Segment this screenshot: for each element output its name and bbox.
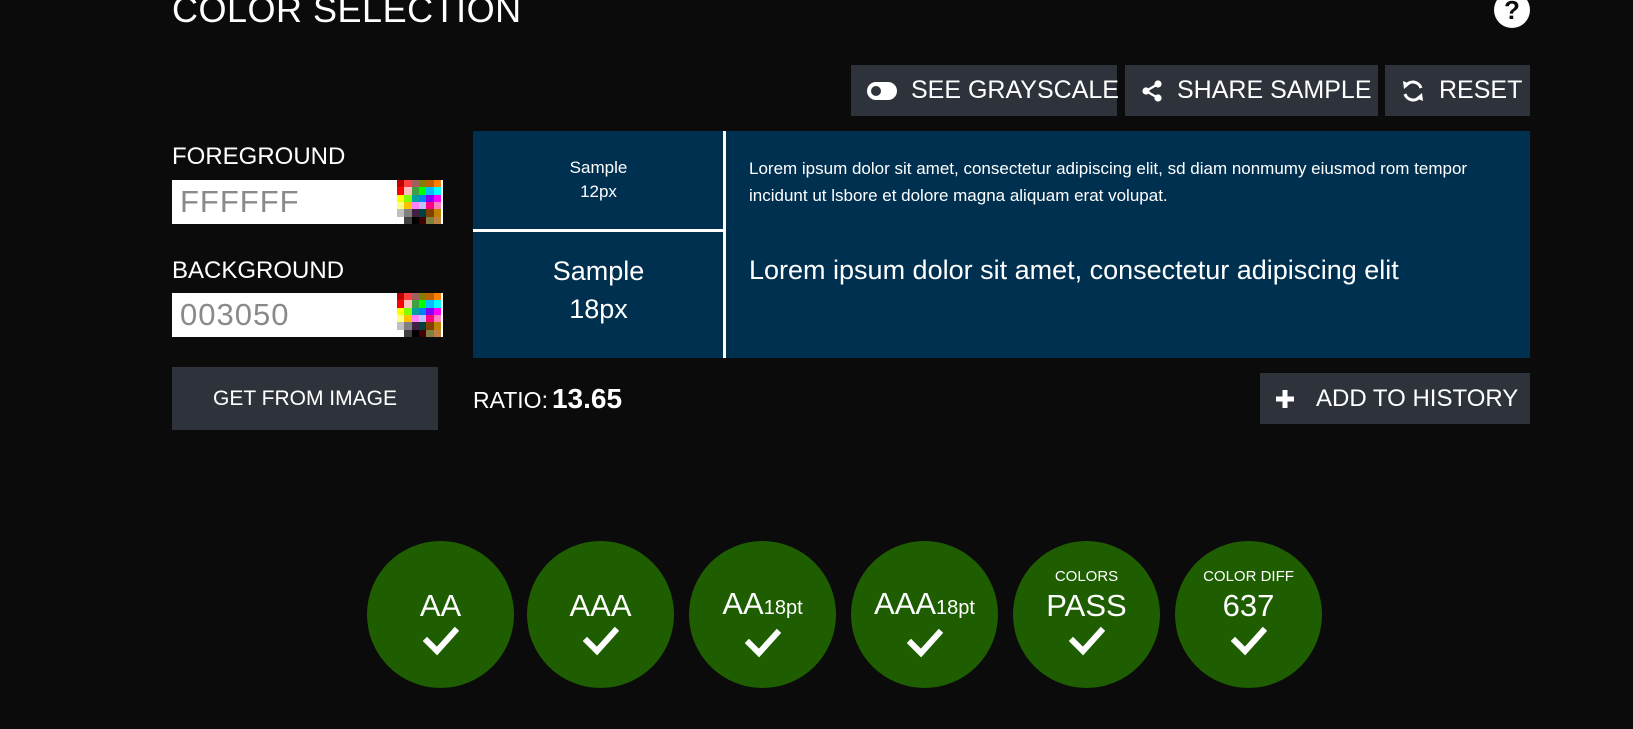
result-badge-level: PASS: [1046, 588, 1127, 623]
result-badge: AAA: [527, 541, 674, 688]
sample-large-text: Lorem ipsum dolor sit amet, consectetur …: [749, 255, 1399, 285]
result-badge-level: AAA: [569, 588, 632, 623]
background-field: [172, 293, 443, 337]
add-to-history-label: ADD TO HISTORY: [1316, 384, 1519, 412]
result-badge: COLORS PASS: [1013, 541, 1160, 688]
help-icon[interactable]: ?: [1494, 0, 1530, 28]
contrast-ratio: RATIO: 13.65: [473, 383, 622, 415]
refresh-icon: [1401, 79, 1425, 103]
share-icon: [1141, 79, 1163, 102]
check-icon: [744, 628, 781, 663]
background-label: BACKGROUND: [172, 257, 345, 284]
sample-preview: Sample 12px Sample 18px Lorem ipsum dolo…: [473, 131, 1530, 358]
ratio-label: RATIO:: [473, 387, 548, 413]
background-input[interactable]: [172, 293, 397, 337]
check-icon: [1068, 626, 1105, 661]
result-badge: COLOR DIFF 637: [1175, 541, 1322, 688]
sample-18px-line1: Sample: [552, 256, 645, 286]
result-badge-size: 18pt: [763, 597, 803, 619]
reset-label: RESET: [1439, 76, 1523, 104]
result-badge-label: AA18pt: [722, 586, 802, 626]
sample-12px-label: Sample 12px: [473, 131, 724, 229]
see-grayscale-button[interactable]: SEE GRAYSCALE: [851, 65, 1119, 116]
sample-12px-line1: Sample: [569, 158, 628, 177]
get-from-image-button[interactable]: GET FROM IMAGE: [172, 367, 438, 430]
result-badge-size: 18pt: [936, 597, 975, 619]
result-badge-level: AAA: [874, 586, 937, 621]
add-to-history-button[interactable]: ADD TO HISTORY: [1260, 373, 1530, 424]
foreground-label: FOREGROUND: [172, 143, 346, 170]
foreground-input[interactable]: [172, 180, 397, 224]
toggle-icon: [867, 81, 897, 100]
result-badge-level: AA: [419, 588, 462, 623]
ratio-value: 13.65: [551, 383, 623, 414]
see-grayscale-label: SEE GRAYSCALE: [911, 76, 1119, 104]
page-title: COLOR SELECTION: [172, 0, 522, 30]
check-icon: [582, 626, 619, 661]
result-badge: AA: [367, 541, 514, 688]
sample-small-text: Lorem ipsum dolor sit amet, consectetur …: [749, 159, 1468, 205]
check-icon: [906, 628, 943, 663]
result-badge: AAA18pt: [851, 541, 998, 688]
sample-12px-line2: 12px: [580, 182, 617, 201]
sample-18px-label: Sample 18px: [473, 232, 724, 358]
palette-icon[interactable]: [397, 180, 441, 224]
reset-button[interactable]: RESET: [1385, 65, 1530, 116]
result-badge-caption: COLOR DIFF: [1203, 568, 1294, 585]
result-badge-label: AAA18pt: [874, 586, 975, 626]
result-badge-label: AAA: [569, 588, 631, 624]
result-badge-label: PASS: [1046, 588, 1126, 624]
check-icon: [1230, 626, 1267, 661]
check-icon: [422, 626, 459, 661]
foreground-field: [172, 180, 443, 224]
result-badge-level: 637: [1222, 588, 1275, 623]
result-badge-caption: COLORS: [1054, 568, 1119, 585]
result-badge-level: AA: [722, 586, 764, 621]
share-sample-label: SHARE SAMPLE: [1177, 76, 1372, 104]
sample-18px-line2: 18px: [569, 294, 628, 324]
result-badge-label: AA: [420, 588, 461, 624]
sample-divider-vertical: [723, 131, 726, 358]
palette-icon[interactable]: [397, 293, 441, 337]
plus-icon: [1276, 389, 1294, 408]
result-badge: AA18pt: [689, 541, 836, 688]
share-sample-button[interactable]: SHARE SAMPLE: [1125, 65, 1378, 116]
result-badge-label: 637: [1223, 588, 1275, 624]
